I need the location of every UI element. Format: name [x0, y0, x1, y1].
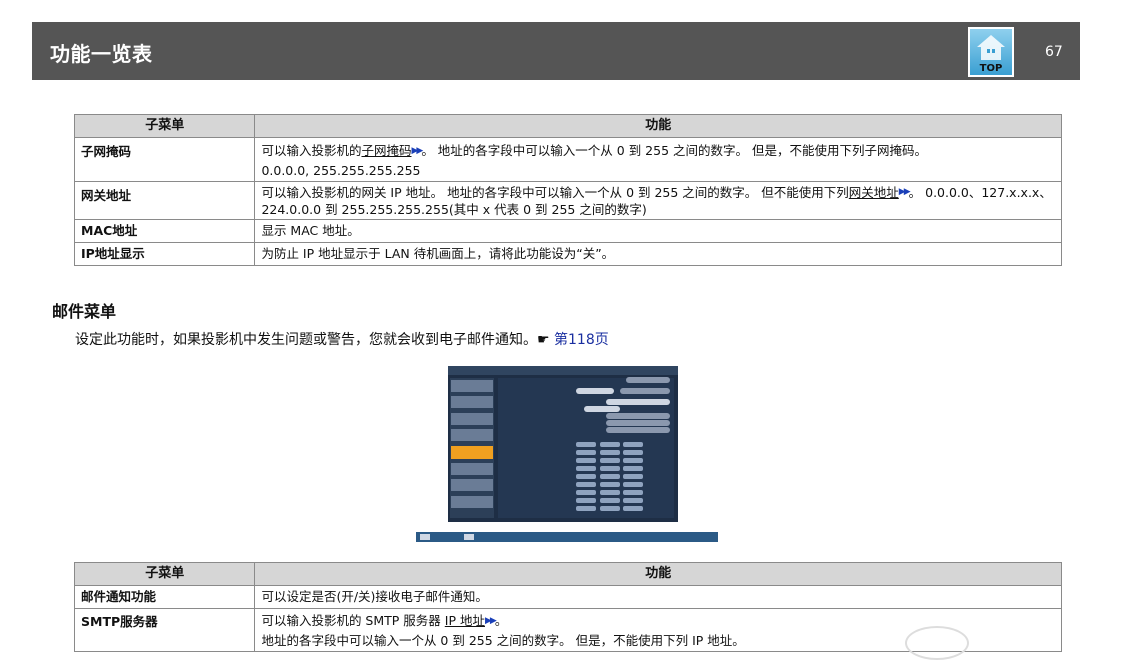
table-row: IP地址显示 为防止 IP 地址显示于 LAN 待机画面上，请将此功能设为“关”…: [73, 242, 1062, 266]
page-reference-link[interactable]: 第118页: [554, 332, 609, 348]
row-value: 可以输入投影机的网关 IP 地址。 地址的各字段中可以输入一个从 0 到 255…: [254, 181, 1062, 220]
table-header-row: 子菜单 功能: [73, 562, 1062, 586]
page-header: 功能一览表 67: [32, 22, 1080, 80]
col-function-header: 功能: [254, 114, 1062, 138]
table-row: 网关地址 可以输入投影机的网关 IP 地址。 地址的各字段中可以输入一个从 0 …: [73, 181, 1062, 220]
section-description: 设定此功能时，如果投影机中发生问题或警告，您就会收到电子邮件通知。☛ 第118页: [75, 329, 609, 349]
row-key: 子网掩码: [73, 137, 256, 182]
glossary-arrow-icon: ▶▶: [898, 187, 911, 197]
value-text: 可以输入投影机的 SMTP 服务器: [261, 613, 445, 628]
page-number: 67: [1045, 44, 1063, 60]
top-button[interactable]: TOP: [968, 27, 1014, 77]
mail-menu-screenshot: [416, 366, 718, 543]
ip-address-link[interactable]: IP 地址: [445, 613, 485, 628]
value-text: 地址的各字段中可以输入一个从 0 到 255 之间的数字。 但是，不能使用下列 …: [261, 633, 745, 648]
value-text: 。 地址的各字段中可以输入一个从 0 到 255 之间的数字。 但是，不能使用下…: [421, 143, 927, 158]
table-row: 邮件通知功能 可以设定是否(开/关)接收电子邮件通知。: [73, 585, 1062, 609]
glossary-arrow-icon: ▶▶: [484, 616, 497, 626]
row-value: 显示 MAC 地址。: [254, 219, 1062, 243]
row-key: 邮件通知功能: [73, 585, 256, 609]
subnet-mask-link[interactable]: 子网掩码: [361, 143, 411, 158]
top-label: TOP: [979, 63, 1003, 74]
watermark-decoration: [905, 626, 969, 660]
description-text: 设定此功能时，如果投影机中发生问题或警告，您就会收到电子邮件通知。: [75, 332, 537, 348]
row-value: 为防止 IP 地址显示于 LAN 待机画面上，请将此功能设为“关”。: [254, 242, 1062, 266]
gateway-address-link[interactable]: 网关地址: [849, 185, 899, 200]
col-submenu-header: 子菜单: [73, 114, 256, 138]
row-key: 网关地址: [73, 181, 256, 220]
section-title: 邮件菜单: [52, 302, 117, 321]
value-text: 。: [494, 613, 508, 628]
table-row: 子网掩码 可以输入投影机的子网掩码▶▶。 地址的各字段中可以输入一个从 0 到 …: [73, 137, 1062, 182]
value-text: 224.0.0.0 到 255.255.255.255(其中 x 代表 0 到 …: [261, 202, 647, 217]
value-text: 可以输入投影机的: [261, 143, 362, 158]
row-key: IP地址显示: [73, 242, 256, 266]
top-button-face: TOP: [970, 29, 1012, 75]
col-function-header: 功能: [254, 562, 1062, 586]
value-text: 0.0.0.0, 255.255.255.255: [261, 163, 421, 178]
pointing-hand-icon: ☛: [537, 332, 550, 348]
row-key: MAC地址: [73, 219, 256, 243]
table-row: MAC地址 显示 MAC 地址。: [73, 219, 1062, 243]
glossary-arrow-icon: ▶▶: [411, 146, 423, 156]
page-title: 功能一览表: [50, 42, 153, 66]
home-icon: [977, 35, 1005, 60]
col-submenu-header: 子菜单: [73, 562, 256, 586]
row-value: 可以设定是否(开/关)接收电子邮件通知。: [254, 585, 1062, 609]
row-value: 可以输入投影机的子网掩码▶▶。 地址的各字段中可以输入一个从 0 到 255 之…: [254, 137, 1062, 182]
value-text: 可以输入投影机的网关 IP 地址。 地址的各字段中可以输入一个从 0 到 255…: [261, 185, 849, 200]
table-header-row: 子菜单 功能: [73, 114, 1062, 138]
value-text: 。 0.0.0.0、127.x.x.x、: [908, 185, 1052, 200]
network-settings-table: 子菜单 功能 子网掩码 可以输入投影机的子网掩码▶▶。 地址的各字段中可以输入一…: [73, 114, 1062, 266]
row-key: SMTP服务器: [73, 608, 256, 652]
